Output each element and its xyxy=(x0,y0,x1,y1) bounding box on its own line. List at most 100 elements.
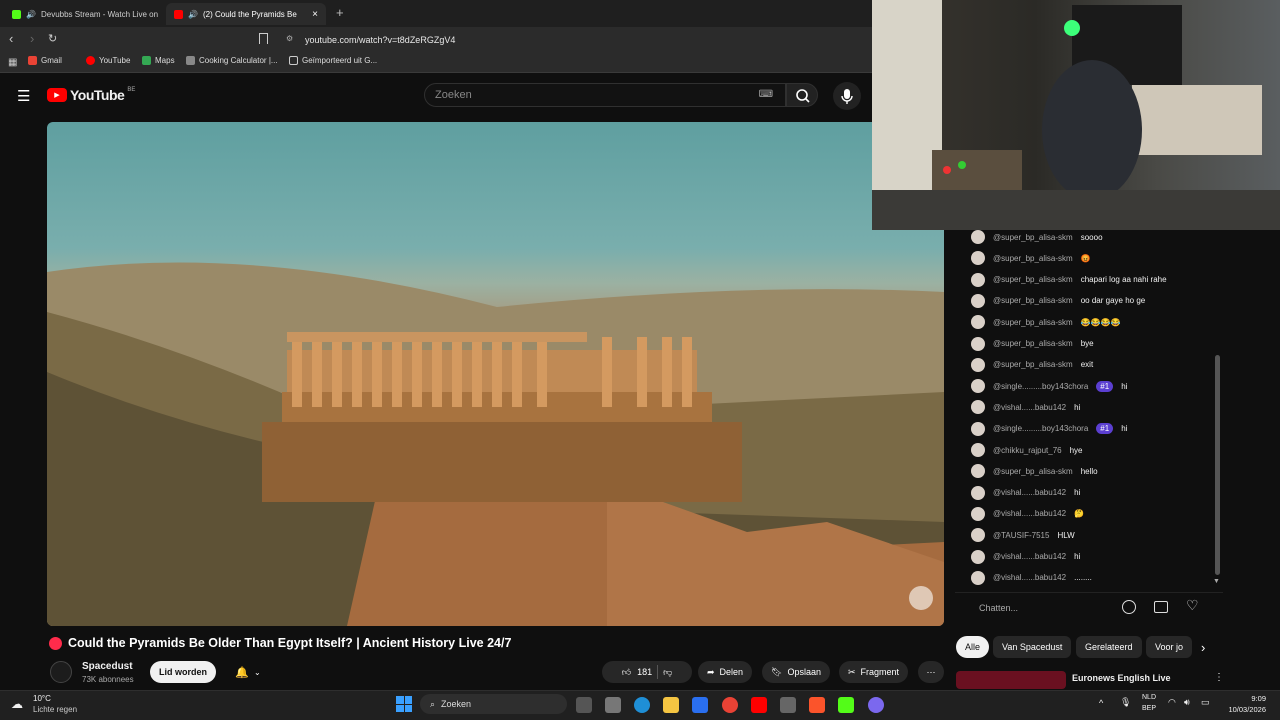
wifi-icon[interactable]: ◠ xyxy=(1168,697,1176,708)
chat-author[interactable]: @vishal......babu142 xyxy=(993,573,1066,582)
chat-message[interactable]: @super_bp_alisa-skm 😡 xyxy=(971,251,1091,266)
chat-author[interactable]: @chikku_rajput_76 xyxy=(993,446,1062,455)
chat-author[interactable]: @super_bp_alisa-skm xyxy=(993,360,1073,369)
heart-icon[interactable]: ♡ xyxy=(1186,597,1199,614)
channel-avatar[interactable] xyxy=(50,661,72,683)
volume-icon[interactable]: 🔊︎ xyxy=(1184,697,1190,708)
chat-avatar[interactable] xyxy=(971,464,985,479)
store-icon[interactable] xyxy=(605,697,621,713)
chat-author[interactable]: @vishal......babu142 xyxy=(993,488,1066,497)
chat-message[interactable]: @vishal......babu142 hi xyxy=(971,549,1080,564)
clock-time[interactable]: 9:09 xyxy=(1226,694,1266,703)
chat-message[interactable]: @super_bp_alisa-skm oo dar gaye ho ge xyxy=(971,293,1145,308)
chat-message[interactable]: @vishal......babu142 hi xyxy=(971,400,1080,415)
chat-avatar[interactable] xyxy=(971,272,985,287)
chat-author[interactable]: @super_bp_alisa-skm xyxy=(993,339,1073,348)
chat-message[interactable]: @super_bp_alisa-skm exit xyxy=(971,357,1093,372)
outlook-icon[interactable] xyxy=(692,697,708,713)
chat-avatar[interactable] xyxy=(971,230,985,244)
notification-bell-button[interactable]: 🔔 ⌄ xyxy=(228,661,268,683)
chat-message[interactable]: @vishal......babu142........ xyxy=(971,570,1092,585)
chat-avatar[interactable] xyxy=(971,293,985,308)
recommended-thumbnail[interactable] xyxy=(956,671,1066,689)
chat-message[interactable]: @chikku_rajput_76 hye xyxy=(971,443,1083,457)
voice-search-button[interactable] xyxy=(833,82,861,110)
chat-message[interactable]: @single.........boy143chora #1 hi xyxy=(971,421,1127,436)
bookmark-youtube[interactable]: YouTube xyxy=(86,56,130,65)
calculator-icon[interactable] xyxy=(780,697,796,713)
chat-input[interactable]: Chatten... xyxy=(979,603,1018,613)
chat-author[interactable]: @vishal......babu142 xyxy=(993,552,1066,561)
bookmark-folder[interactable]: Geïmporteerd uit G... xyxy=(289,56,377,65)
chat-author[interactable]: @single.........boy143chora xyxy=(993,424,1088,433)
file-explorer-icon[interactable] xyxy=(663,697,679,713)
bookmark-maps[interactable]: Maps xyxy=(142,56,175,65)
tab-devubbs[interactable]: 🔊 Devubbs Stream - Watch Live on xyxy=(4,3,164,25)
chat-message[interactable]: @vishal......babu142 🤔 xyxy=(971,506,1084,521)
new-tab-button[interactable]: + xyxy=(336,5,344,20)
chat-author[interactable]: @super_bp_alisa-skm xyxy=(993,254,1073,263)
chat-author[interactable]: @TAUSIF-7515 xyxy=(993,531,1049,540)
discord-icon[interactable] xyxy=(868,697,884,713)
more-actions-button[interactable]: ⋯ xyxy=(918,661,944,683)
tray-mic-icon[interactable]: 🎙︎ xyxy=(1120,697,1131,708)
save-button[interactable]: 🔖︎ Opslaan xyxy=(762,661,830,683)
close-tab-icon[interactable]: × xyxy=(312,9,318,20)
youtube-logo[interactable]: ▶ YouTube BE xyxy=(47,87,135,103)
weather-temperature[interactable]: 10°C xyxy=(33,694,51,703)
channel-name[interactable]: Spacedust xyxy=(82,661,133,672)
chat-avatar[interactable] xyxy=(971,570,985,585)
chat-message[interactable]: @super_bp_alisa-skm 😂😂😂😂 xyxy=(971,315,1121,330)
more-vert-icon[interactable]: ⋮ xyxy=(1214,672,1224,683)
video-player[interactable] xyxy=(47,122,944,626)
chat-avatar[interactable] xyxy=(971,336,985,351)
bookmark-icon[interactable] xyxy=(259,33,268,44)
taskbar-search[interactable]: ⌕ Zoeken xyxy=(420,694,567,714)
emoji-icon[interactable] xyxy=(1122,600,1136,614)
address-bar[interactable]: youtube.com/watch?v=t8dZeRGZgV4 xyxy=(305,35,455,45)
windows-start-icon[interactable] xyxy=(396,696,412,712)
chat-avatar[interactable] xyxy=(971,443,985,457)
chat-avatar[interactable] xyxy=(971,251,985,266)
chat-author[interactable]: @super_bp_alisa-skm xyxy=(993,318,1073,327)
chat-message[interactable]: @super_bp_alisa-skm bye xyxy=(971,336,1094,351)
chat-scrollbar[interactable] xyxy=(1215,355,1220,575)
chat-message[interactable]: @super_bp_alisa-skm hello xyxy=(971,464,1098,479)
chat-avatar[interactable] xyxy=(971,379,985,394)
chat-author[interactable]: @single.........boy143chora xyxy=(993,382,1088,391)
apps-grid-icon[interactable]: ▦ xyxy=(8,57,17,68)
like-button[interactable]: 👍︎ 181 xyxy=(622,667,652,678)
chat-avatar[interactable] xyxy=(971,549,985,564)
input-language-sub[interactable]: BEP xyxy=(1142,705,1156,712)
bookmark-gmail[interactable]: Gmail xyxy=(28,56,62,65)
reload-icon[interactable]: ↻ xyxy=(48,32,57,45)
chevron-right-icon[interactable]: › xyxy=(1201,640,1205,655)
chat-message[interactable]: @vishal......babu142 hi xyxy=(971,485,1080,500)
clock-date[interactable]: 10/03/2026 xyxy=(1222,705,1266,714)
chat-avatar[interactable] xyxy=(971,400,985,415)
brave-icon[interactable] xyxy=(809,697,825,713)
search-button[interactable] xyxy=(786,83,818,107)
scroll-down-icon[interactable]: ▼ xyxy=(1213,578,1220,585)
tab-youtube-active[interactable]: 🔊 (2) Could the Pyramids Be × xyxy=(166,3,326,25)
menu-icon[interactable]: ☰ xyxy=(17,87,30,105)
chat-author[interactable]: @super_bp_alisa-skm xyxy=(993,467,1073,476)
search-input[interactable]: Zoeken ⌨ xyxy=(424,83,786,107)
chip-for-you[interactable]: Voor jo xyxy=(1146,636,1192,658)
chat-message[interactable]: @single.........boy143chora #1 hi xyxy=(971,379,1127,394)
join-button[interactable]: Lid worden xyxy=(150,661,216,683)
battery-icon[interactable]: ▭ xyxy=(1201,697,1210,708)
chrome-icon[interactable] xyxy=(722,697,738,713)
dislike-button[interactable]: 👎︎ xyxy=(663,667,672,678)
chat-author[interactable]: @super_bp_alisa-skm xyxy=(993,275,1073,284)
bookmark-cooking[interactable]: Cooking Calculator |... xyxy=(186,56,278,65)
forward-icon[interactable]: › xyxy=(30,31,34,46)
clip-button[interactable]: ✂ Fragment xyxy=(839,661,909,683)
chat-author[interactable]: @vishal......babu142 xyxy=(993,403,1066,412)
share-button[interactable]: ➦ Delen xyxy=(698,661,753,683)
youtube-app-icon[interactable] xyxy=(751,697,767,713)
chat-message[interactable]: @TAUSIF-7515 HLW xyxy=(971,528,1075,543)
chat-avatar[interactable] xyxy=(971,421,985,436)
chat-message[interactable]: @super_bp_alisa-skm chapari log aa nahi r… xyxy=(971,272,1167,287)
chat-avatar[interactable] xyxy=(971,528,985,543)
